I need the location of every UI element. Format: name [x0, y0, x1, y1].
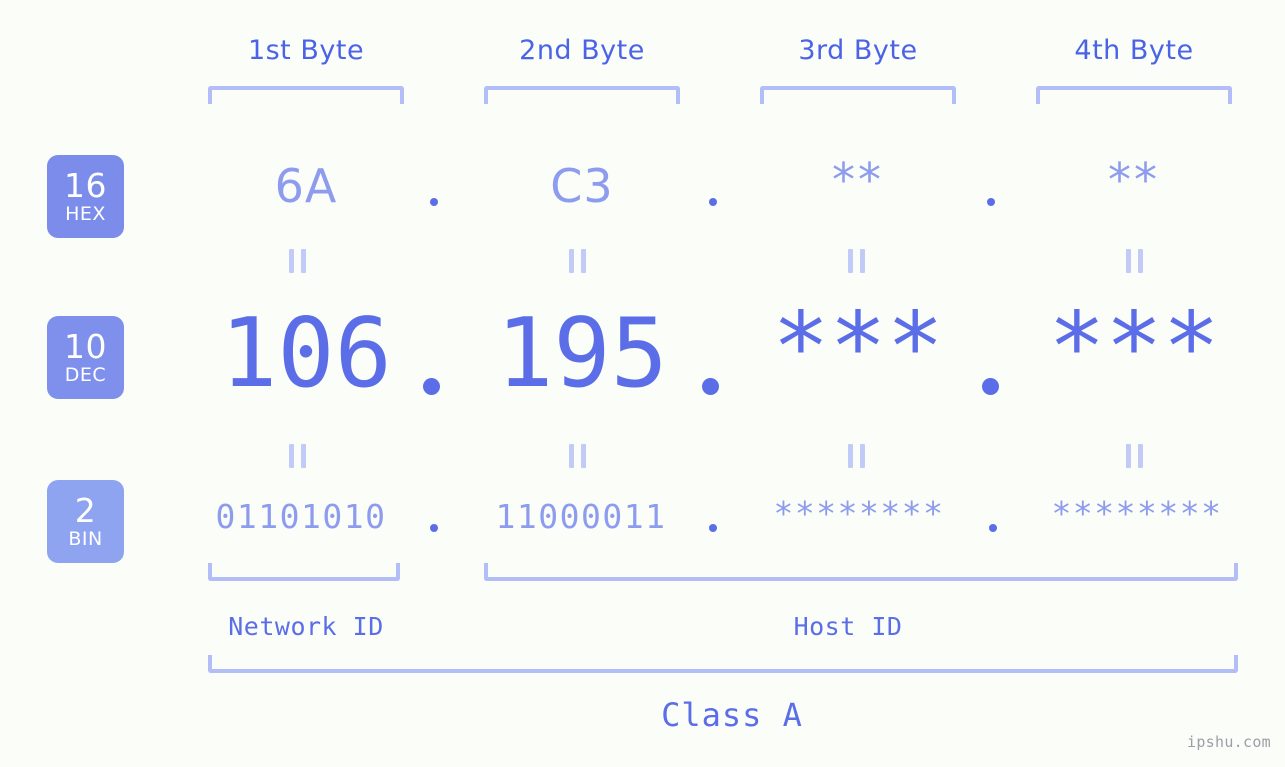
hex-byte-value-2: C3 — [550, 159, 614, 213]
byte-bracket-1 — [208, 86, 404, 104]
dec-dot-separator-2 — [702, 378, 719, 395]
equality-marker-dec-bin-2 — [569, 444, 586, 468]
host-id-bracket — [484, 563, 1238, 581]
base-badge-dec[interactable]: 10 DEC — [47, 316, 124, 399]
equality-marker-hex-dec-3 — [848, 249, 865, 273]
network-id-bracket — [208, 563, 400, 581]
base-badge-dec-number: 10 — [64, 326, 107, 366]
byte-header-label-4: 4th Byte — [1074, 35, 1194, 66]
dec-byte-value-4: *** — [1048, 293, 1220, 403]
bin-dot-separator-2 — [709, 524, 717, 532]
base-badge-hex[interactable]: 16 HEX — [47, 155, 124, 238]
base-badge-bin[interactable]: 2 BIN — [47, 480, 124, 563]
hex-byte-value-1: 6A — [274, 159, 338, 213]
equality-marker-dec-bin-4 — [1126, 444, 1143, 468]
base-badge-bin-number: 2 — [74, 490, 97, 530]
class-label: Class A — [661, 696, 803, 734]
host-id-label: Host ID — [793, 612, 903, 641]
base-badge-dec-name: DEC — [64, 363, 107, 386]
base-badge-hex-name: HEX — [65, 202, 106, 225]
class-bracket — [208, 655, 1238, 673]
bin-dot-separator-1 — [430, 524, 438, 532]
dec-byte-value-3: *** — [772, 293, 944, 403]
byte-header-label-3: 3rd Byte — [798, 35, 918, 66]
hex-dot-separator-2 — [709, 198, 717, 206]
equality-marker-dec-bin-3 — [848, 444, 865, 468]
bin-dot-separator-3 — [989, 524, 997, 532]
site-watermark: ipshu.com — [1187, 733, 1271, 751]
byte-header-label-1: 1st Byte — [247, 35, 365, 66]
ip-address-breakdown-diagram: 1st Byte 2nd Byte 3rd Byte 4th Byte 16 H… — [0, 0, 1285, 767]
dec-byte-value-1: 106 — [220, 299, 392, 409]
hex-dot-separator-3 — [987, 198, 995, 206]
dec-byte-value-2: 195 — [496, 299, 668, 409]
hex-dot-separator-1 — [430, 198, 438, 206]
hex-byte-value-3: ** — [832, 153, 884, 207]
dec-dot-separator-3 — [982, 378, 999, 395]
equality-marker-hex-dec-1 — [289, 249, 306, 273]
equality-marker-hex-dec-4 — [1126, 249, 1143, 273]
bin-byte-value-1: 01101010 — [215, 497, 387, 536]
bin-byte-value-2: 11000011 — [495, 497, 667, 536]
base-badge-hex-number: 16 — [64, 165, 107, 205]
bin-byte-value-4: ******** — [1051, 494, 1223, 533]
byte-bracket-3 — [760, 86, 956, 104]
bin-byte-value-3: ******** — [773, 494, 945, 533]
byte-bracket-4 — [1036, 86, 1232, 104]
dec-dot-separator-1 — [423, 378, 440, 395]
equality-marker-dec-bin-1 — [289, 444, 306, 468]
network-id-label: Network ID — [228, 612, 384, 641]
byte-header-label-2: 2nd Byte — [519, 35, 645, 66]
base-badge-bin-name: BIN — [68, 527, 103, 550]
byte-bracket-2 — [484, 86, 680, 104]
hex-byte-value-4: ** — [1108, 153, 1160, 207]
equality-marker-hex-dec-2 — [569, 249, 586, 273]
